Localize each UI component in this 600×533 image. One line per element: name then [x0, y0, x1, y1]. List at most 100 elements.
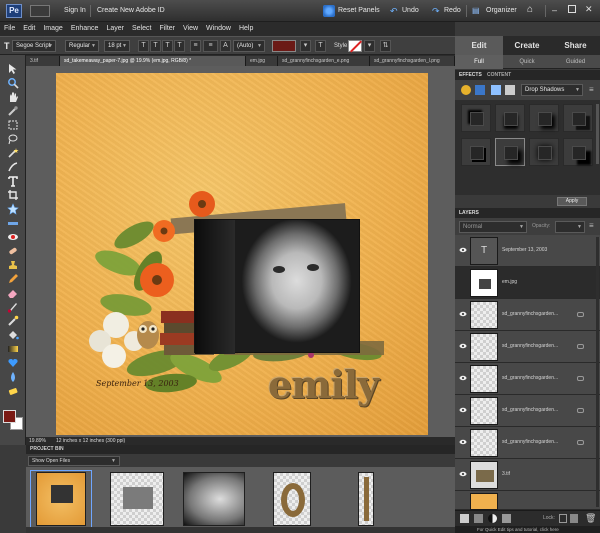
bold-icon[interactable]: T: [138, 40, 149, 52]
shadow-swatch[interactable]: [495, 104, 525, 132]
menu-image[interactable]: Image: [39, 22, 66, 36]
doc-tab[interactable]: em.jpg: [246, 56, 278, 66]
align-dropdown-icon[interactable]: ≡: [203, 40, 218, 52]
shape-tool-icon[interactable]: [7, 357, 19, 369]
organizer-icon[interactable]: ▤: [472, 6, 480, 15]
cookie-cutter-icon[interactable]: [7, 203, 19, 215]
shadow-swatch[interactable]: [461, 138, 491, 166]
zoom-level[interactable]: 19.89%: [29, 437, 46, 445]
new-group-icon[interactable]: [474, 514, 483, 523]
clone-stamp-icon[interactable]: [7, 259, 19, 271]
strikethrough-icon[interactable]: T: [174, 40, 185, 52]
trash-icon[interactable]: 🗑: [585, 513, 596, 524]
thumbnail-layers[interactable]: [110, 472, 164, 526]
maximize-icon[interactable]: [568, 5, 576, 13]
undo-icon[interactable]: ↶: [390, 6, 398, 17]
align-left-icon[interactable]: ≡: [190, 40, 201, 52]
layer-row[interactable]: sd_grannyfinchsgarden...: [455, 427, 600, 459]
style-dropdown-icon[interactable]: ▾: [364, 40, 375, 52]
undo-button[interactable]: Undo: [402, 7, 419, 14]
font-family-select[interactable]: Segoe Script ▼: [12, 40, 56, 52]
tab-effects[interactable]: EFFECTS: [459, 70, 482, 80]
eye-icon[interactable]: [459, 311, 467, 317]
menu-view[interactable]: View: [179, 22, 202, 36]
doc-tab-active[interactable]: sd_takemeaway_paper-7.jpg @ 19.9% (em.jp…: [60, 56, 246, 66]
lock-all-icon[interactable]: [570, 514, 578, 523]
lock-transparency-icon[interactable]: [559, 514, 567, 523]
foreground-color-swatch[interactable]: [3, 410, 16, 423]
subtab-full[interactable]: Full: [455, 55, 503, 69]
workspace-switcher[interactable]: [30, 5, 50, 17]
menu-layer[interactable]: Layer: [102, 22, 128, 36]
layer-mask-icon[interactable]: [502, 514, 511, 523]
doc-tab[interactable]: 3.tif: [26, 56, 60, 66]
menu-window[interactable]: Window: [202, 22, 235, 36]
paint-bucket-icon[interactable]: [7, 329, 19, 341]
move-tool-icon[interactable]: [7, 63, 19, 75]
crop-tool-icon[interactable]: [7, 189, 19, 201]
eye-icon[interactable]: [459, 247, 467, 253]
shadow-swatch[interactable]: [563, 138, 593, 166]
tab-content[interactable]: CONTENT: [487, 70, 511, 80]
warp-text-icon[interactable]: T: [315, 40, 326, 52]
text-color-swatch[interactable]: [272, 40, 296, 52]
new-layer-icon[interactable]: [460, 514, 469, 523]
menu-enhance[interactable]: Enhance: [67, 22, 103, 36]
menu-file[interactable]: File: [0, 22, 19, 36]
redo-icon[interactable]: ↷: [432, 6, 440, 17]
leading-select[interactable]: (Auto) ▼: [233, 40, 265, 52]
eyedropper-icon[interactable]: [7, 105, 19, 117]
shadow-swatch[interactable]: [563, 104, 593, 132]
eye-icon[interactable]: [459, 471, 467, 477]
style-swatch[interactable]: [348, 40, 363, 53]
organizer-button[interactable]: Organizer: [486, 7, 517, 14]
italic-icon[interactable]: T: [150, 40, 161, 52]
tab-create[interactable]: Create: [503, 36, 551, 55]
quick-selection-icon[interactable]: [7, 161, 19, 173]
shadow-swatch-selected[interactable]: [495, 138, 525, 166]
sponge-tool-icon[interactable]: [7, 385, 19, 397]
color-dropdown-icon[interactable]: ▾: [300, 40, 311, 52]
layer-row[interactable]: 3.tif: [455, 459, 600, 491]
link-icon[interactable]: [577, 440, 584, 445]
layer-row[interactable]: sd_grannyfinchsgarden...: [455, 331, 600, 363]
blend-mode-select[interactable]: Normal ▼: [459, 221, 527, 233]
project-bin-filter-select[interactable]: Show Open Files ▼: [28, 456, 120, 466]
link-icon[interactable]: [577, 344, 584, 349]
leading-icon[interactable]: A: [220, 40, 231, 52]
photo-effects-icon[interactable]: [491, 85, 501, 95]
shadow-swatch[interactable]: [529, 138, 559, 166]
eye-icon[interactable]: [459, 375, 467, 381]
apply-button[interactable]: Apply: [557, 197, 587, 206]
text-orientation-icon[interactable]: ⇅: [380, 40, 391, 52]
subtab-quick[interactable]: Quick: [503, 55, 551, 69]
panel-menu-icon[interactable]: ≡: [589, 85, 594, 94]
link-icon[interactable]: [577, 376, 584, 381]
close-icon[interactable]: ✕: [585, 4, 593, 15]
layers-scrollbar[interactable]: [596, 237, 599, 507]
menu-edit[interactable]: Edit: [19, 22, 39, 36]
zoom-tool-icon[interactable]: [7, 77, 19, 89]
eye-icon[interactable]: [459, 439, 467, 445]
tab-edit[interactable]: Edit: [455, 36, 503, 55]
layer-row[interactable]: T September 13, 2003: [455, 235, 600, 267]
blur-tool-icon[interactable]: [7, 371, 19, 383]
minimize-icon[interactable]: –: [552, 5, 557, 15]
link-icon[interactable]: [577, 312, 584, 317]
show-all-icon[interactable]: [505, 85, 515, 95]
magic-wand-icon[interactable]: [7, 147, 19, 159]
layers-menu-icon[interactable]: ≡: [589, 221, 594, 230]
lasso-tool-icon[interactable]: [7, 133, 19, 145]
layer-row-partial[interactable]: [455, 491, 600, 510]
create-adobe-id-link[interactable]: Create New Adobe ID: [97, 7, 165, 14]
doc-tab[interactable]: sd_grannyfinchsgarden_l.png: [370, 56, 455, 66]
reset-panels-button[interactable]: Reset Panels: [338, 7, 380, 14]
font-style-select[interactable]: Regular ▼: [65, 40, 99, 52]
effects-category-select[interactable]: Drop Shadows ▼: [521, 84, 583, 96]
layer-row[interactable]: sd_grannyfinchsgarden...: [455, 299, 600, 331]
smart-brush-icon[interactable]: [7, 315, 19, 327]
eye-icon[interactable]: [459, 343, 467, 349]
type-tool-icon[interactable]: [7, 175, 19, 187]
eraser-icon[interactable]: [7, 287, 19, 299]
sign-in-link[interactable]: Sign In: [64, 7, 86, 14]
